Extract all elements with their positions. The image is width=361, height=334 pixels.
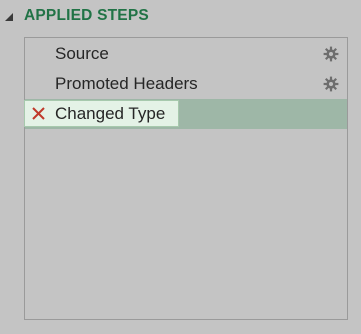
step-label: Changed Type [55, 104, 166, 123]
gear-icon[interactable] [323, 46, 339, 62]
delete-x-icon[interactable] [31, 106, 46, 121]
step-item-changed-type[interactable]: Changed Type [24, 99, 347, 129]
step-item-promoted-headers[interactable]: Promoted Headers [25, 69, 347, 99]
selected-step-highlight[interactable]: Changed Type [24, 100, 179, 127]
gear-icon[interactable] [323, 76, 339, 92]
step-item-source[interactable]: Source [25, 39, 347, 69]
collapse-triangle-icon[interactable] [4, 12, 14, 22]
applied-steps-pane: APPLIED STEPS Source Promoted Headers Ch… [0, 0, 361, 334]
applied-steps-title: APPLIED STEPS [24, 7, 149, 24]
applied-steps-header[interactable]: APPLIED STEPS [0, 0, 361, 34]
step-label: Promoted Headers [55, 74, 198, 93]
step-label: Source [55, 44, 109, 63]
applied-steps-list: Source Promoted Headers Changed Type [24, 37, 348, 320]
